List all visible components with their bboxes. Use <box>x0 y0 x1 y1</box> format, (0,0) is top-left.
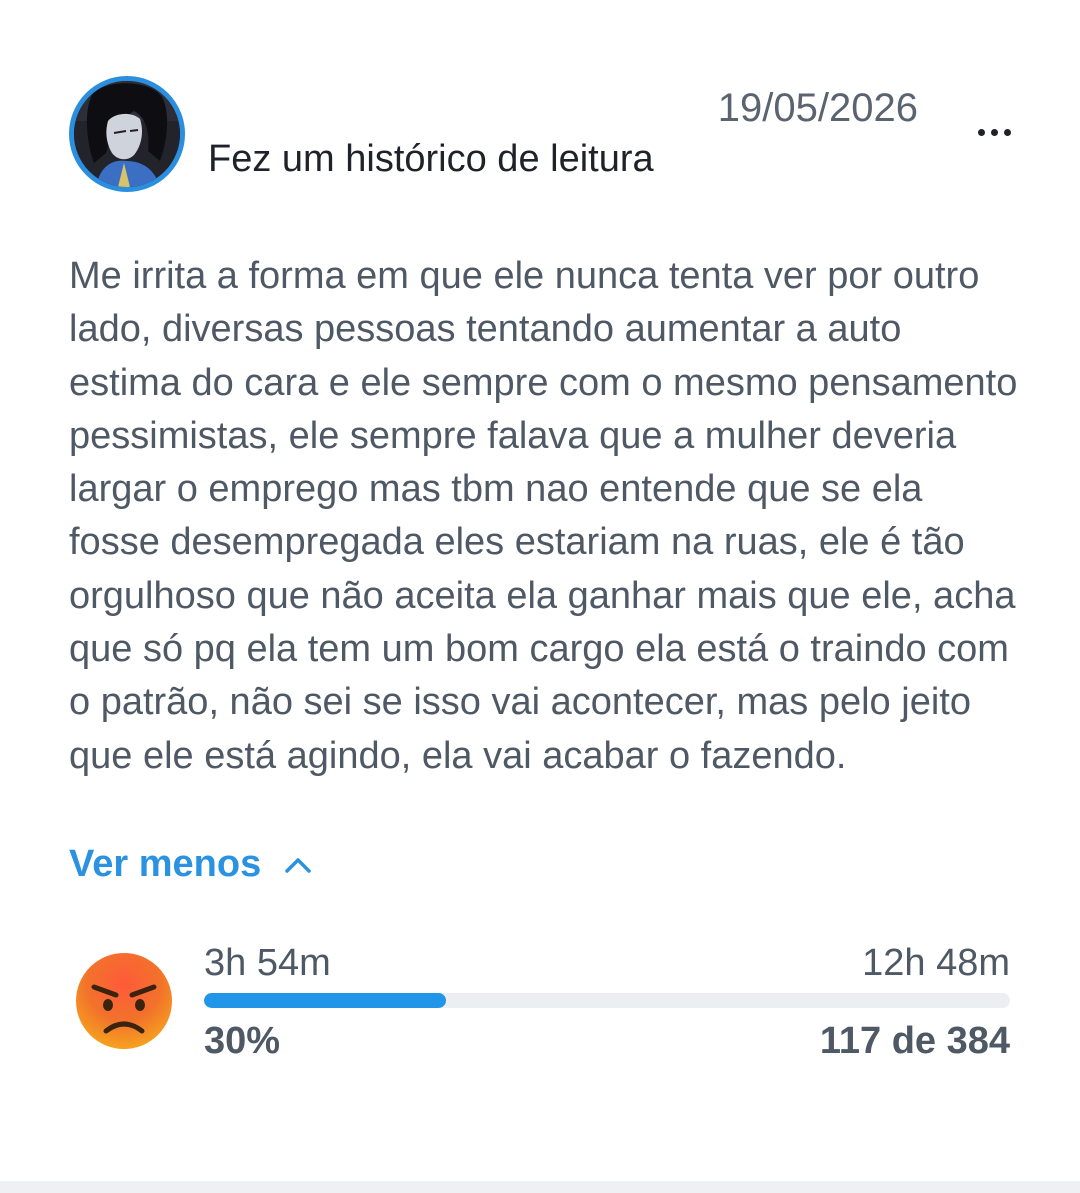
review-text: Me irrita a forma em que ele nunca tenta… <box>69 255 1018 777</box>
reading-history-post: Fez um histórico de leitura 19/05/2026 M… <box>0 0 1080 1193</box>
more-options-icon[interactable] <box>968 112 1020 152</box>
see-less-button[interactable]: Ver menos <box>69 843 313 886</box>
activity-label: Fez um histórico de leitura <box>208 138 654 180</box>
progress-percent: 30% <box>204 1020 281 1062</box>
divider <box>0 1181 1080 1193</box>
time-total: 12h 48m <box>862 942 1010 984</box>
see-less-label: Ver menos <box>69 843 262 885</box>
chapters-progress: 117 de 384 <box>819 1020 1010 1062</box>
post-date: 19/05/2026 <box>717 86 918 130</box>
user-avatar-icon[interactable] <box>69 76 185 192</box>
chevron-up-icon <box>285 857 311 873</box>
reading-progress-fill <box>204 993 446 1008</box>
angry-face-icon <box>74 951 174 1051</box>
time-read: 3h 54m <box>204 942 331 984</box>
reading-progress-bar <box>204 993 1010 1008</box>
